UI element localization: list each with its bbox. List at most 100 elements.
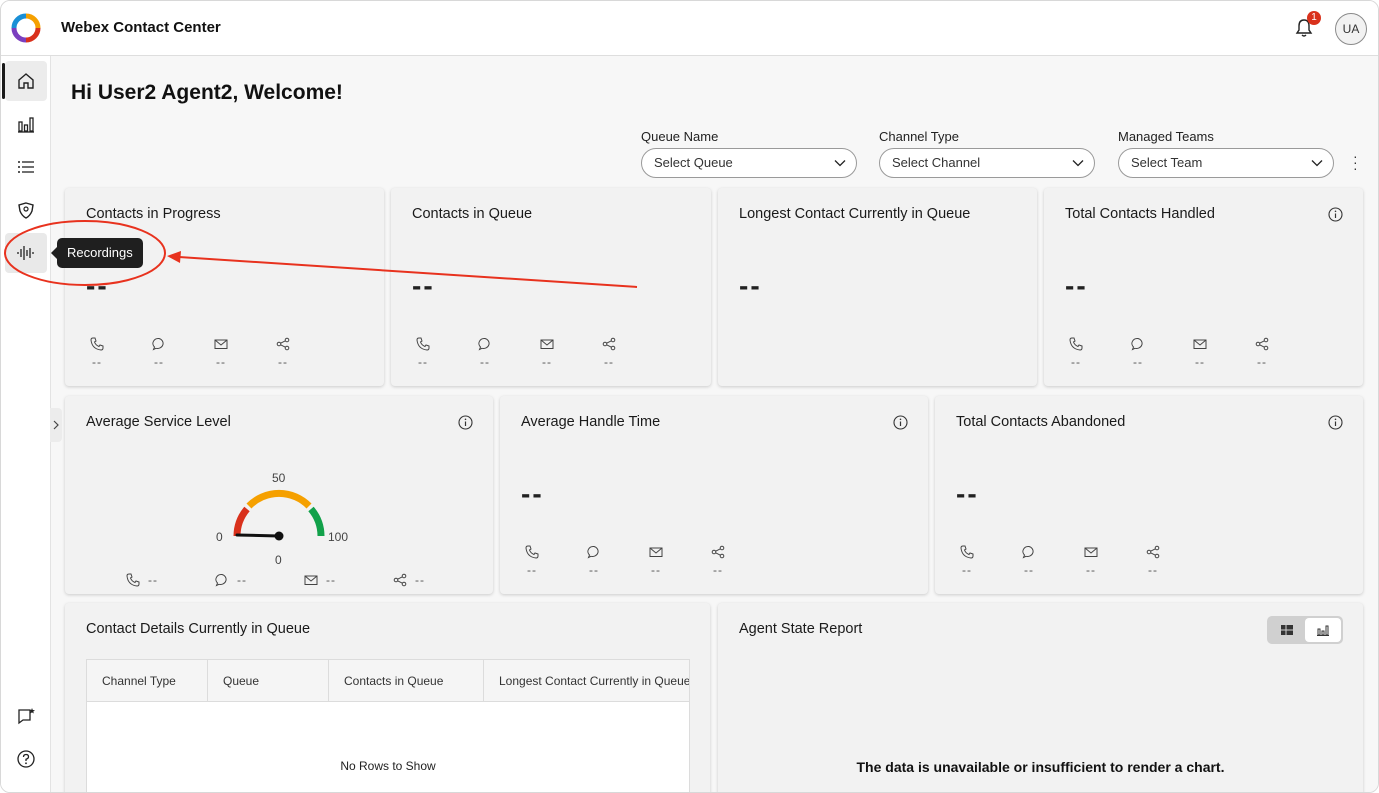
metric-email: -- xyxy=(1079,545,1103,577)
sidebar-item-analytics[interactable] xyxy=(5,104,47,144)
empty-state-text: The data is unavailable or insufficient … xyxy=(856,759,1225,775)
chat-feedback-icon xyxy=(18,708,35,725)
metric-value: -- xyxy=(1071,355,1081,369)
metric-chat: -- xyxy=(1126,337,1150,369)
queue-select-placeholder: Select Queue xyxy=(654,155,733,170)
metric-value: -- xyxy=(237,573,247,587)
gauge-min-label: 0 xyxy=(216,530,223,544)
metric-value: -- xyxy=(1257,355,1267,369)
column-header[interactable]: Queue xyxy=(208,660,328,702)
metric-value: -- xyxy=(527,563,537,577)
card-title: Contacts in Progress xyxy=(86,206,221,222)
table-view-button[interactable] xyxy=(1269,618,1305,642)
contact-details-table: Channel Type Queue Contacts in Queue Lon… xyxy=(86,659,690,792)
share-icon xyxy=(276,337,290,351)
card-value: -- xyxy=(1065,270,1088,301)
page-title: Hi User2 Agent2, Welcome! xyxy=(71,81,343,104)
table-header: Channel Type Queue Contacts in Queue Lon… xyxy=(87,660,689,702)
metric-value: -- xyxy=(542,355,552,369)
channel-select-placeholder: Select Channel xyxy=(892,155,981,170)
card-avg-service-level: Average Service Level 50 0 100 0 -- -- -… xyxy=(65,396,493,594)
chat-icon xyxy=(1022,545,1034,559)
gauge-mid-label: 50 xyxy=(272,471,286,485)
metric-email: -- xyxy=(304,573,336,587)
sidebar-expand-handle[interactable] xyxy=(50,408,62,442)
metric-chat: -- xyxy=(215,573,247,587)
share-icon xyxy=(711,545,725,559)
card-contacts-in-queue: Contacts in Queue -- -- -- -- -- xyxy=(391,188,711,386)
metric-value: -- xyxy=(713,563,723,577)
sidebar-item-help[interactable] xyxy=(5,739,47,779)
card-value: -- xyxy=(956,478,979,509)
sidebar-item-home[interactable] xyxy=(2,61,47,101)
sidebar-item-teams[interactable] xyxy=(5,190,47,230)
team-filter: Managed Teams Select Team xyxy=(1118,129,1334,178)
sidebar-item-list[interactable] xyxy=(5,147,47,187)
metric-email: -- xyxy=(535,337,559,369)
metric-email: -- xyxy=(644,545,668,577)
chart-view-button[interactable] xyxy=(1305,618,1341,642)
card-title: Total Contacts Abandoned xyxy=(956,414,1126,430)
info-icon[interactable] xyxy=(893,415,908,430)
team-select-placeholder: Select Team xyxy=(1131,155,1203,170)
metric-social: -- xyxy=(271,337,295,369)
user-avatar[interactable]: UA xyxy=(1335,13,1367,45)
team-select[interactable]: Select Team xyxy=(1118,148,1334,178)
metric-value: -- xyxy=(418,355,428,369)
chevron-down-icon xyxy=(834,160,846,167)
top-bar: Webex Contact Center 1 UA xyxy=(1,1,1378,56)
metric-value: -- xyxy=(92,355,102,369)
card-title: Longest Contact Currently in Queue xyxy=(739,206,971,222)
column-header[interactable]: Channel Type xyxy=(87,660,207,702)
waveform-icon xyxy=(17,246,34,260)
metric-voice: -- xyxy=(411,337,435,369)
metric-value: -- xyxy=(1024,563,1034,577)
info-icon[interactable] xyxy=(458,415,473,430)
channel-filter-label: Channel Type xyxy=(879,129,959,144)
view-toggle xyxy=(1267,616,1343,644)
metric-voice: -- xyxy=(126,573,158,587)
chat-icon xyxy=(152,337,164,351)
sidebar-item-feedback[interactable] xyxy=(5,696,47,736)
email-icon xyxy=(214,339,228,349)
share-icon xyxy=(1255,337,1269,351)
column-header[interactable]: Contacts in Queue xyxy=(329,660,483,702)
channel-select[interactable]: Select Channel xyxy=(879,148,1095,178)
queue-select[interactable]: Select Queue xyxy=(641,148,857,178)
gauge-max-label: 100 xyxy=(328,530,349,544)
column-header[interactable]: Longest Contact Currently in Queue xyxy=(484,660,689,702)
chat-icon xyxy=(215,573,227,587)
metric-email: -- xyxy=(209,337,233,369)
webex-logo-icon xyxy=(11,13,41,43)
card-agent-state-report: Agent State Report The data is unavailab… xyxy=(718,603,1363,792)
metric-social: -- xyxy=(1250,337,1274,369)
metric-value: -- xyxy=(1133,355,1143,369)
share-icon xyxy=(393,573,407,587)
metric-voice: -- xyxy=(520,545,544,577)
team-filter-label: Managed Teams xyxy=(1118,129,1214,144)
help-icon xyxy=(17,750,35,768)
list-icon xyxy=(18,161,34,173)
metric-value: -- xyxy=(1148,563,1158,577)
email-icon xyxy=(540,339,554,349)
metric-value: -- xyxy=(154,355,164,369)
recordings-tooltip: Recordings xyxy=(51,238,143,268)
metric-social: -- xyxy=(597,337,621,369)
info-icon[interactable] xyxy=(1328,207,1343,222)
main-content: Hi User2 Agent2, Welcome! Queue Name Sel… xyxy=(51,56,1378,792)
info-icon[interactable] xyxy=(1328,415,1343,430)
metric-chat: -- xyxy=(473,337,497,369)
metric-value: -- xyxy=(962,563,972,577)
metric-chat: -- xyxy=(582,545,606,577)
gauge-value-label: 0 xyxy=(275,553,282,567)
metric-chat: -- xyxy=(147,337,171,369)
metric-voice: -- xyxy=(1064,337,1088,369)
metric-value: -- xyxy=(216,355,226,369)
more-options-icon[interactable]: · · · xyxy=(1353,149,1358,175)
metric-social: -- xyxy=(393,573,425,587)
card-avg-handle-time: Average Handle Time -- -- -- -- -- xyxy=(500,396,928,594)
card-value: -- xyxy=(86,270,109,301)
metric-voice: -- xyxy=(955,545,979,577)
app-window: Webex Contact Center 1 UA Hi User2 Agent… xyxy=(0,0,1379,793)
sidebar-item-recordings[interactable] xyxy=(5,233,47,273)
